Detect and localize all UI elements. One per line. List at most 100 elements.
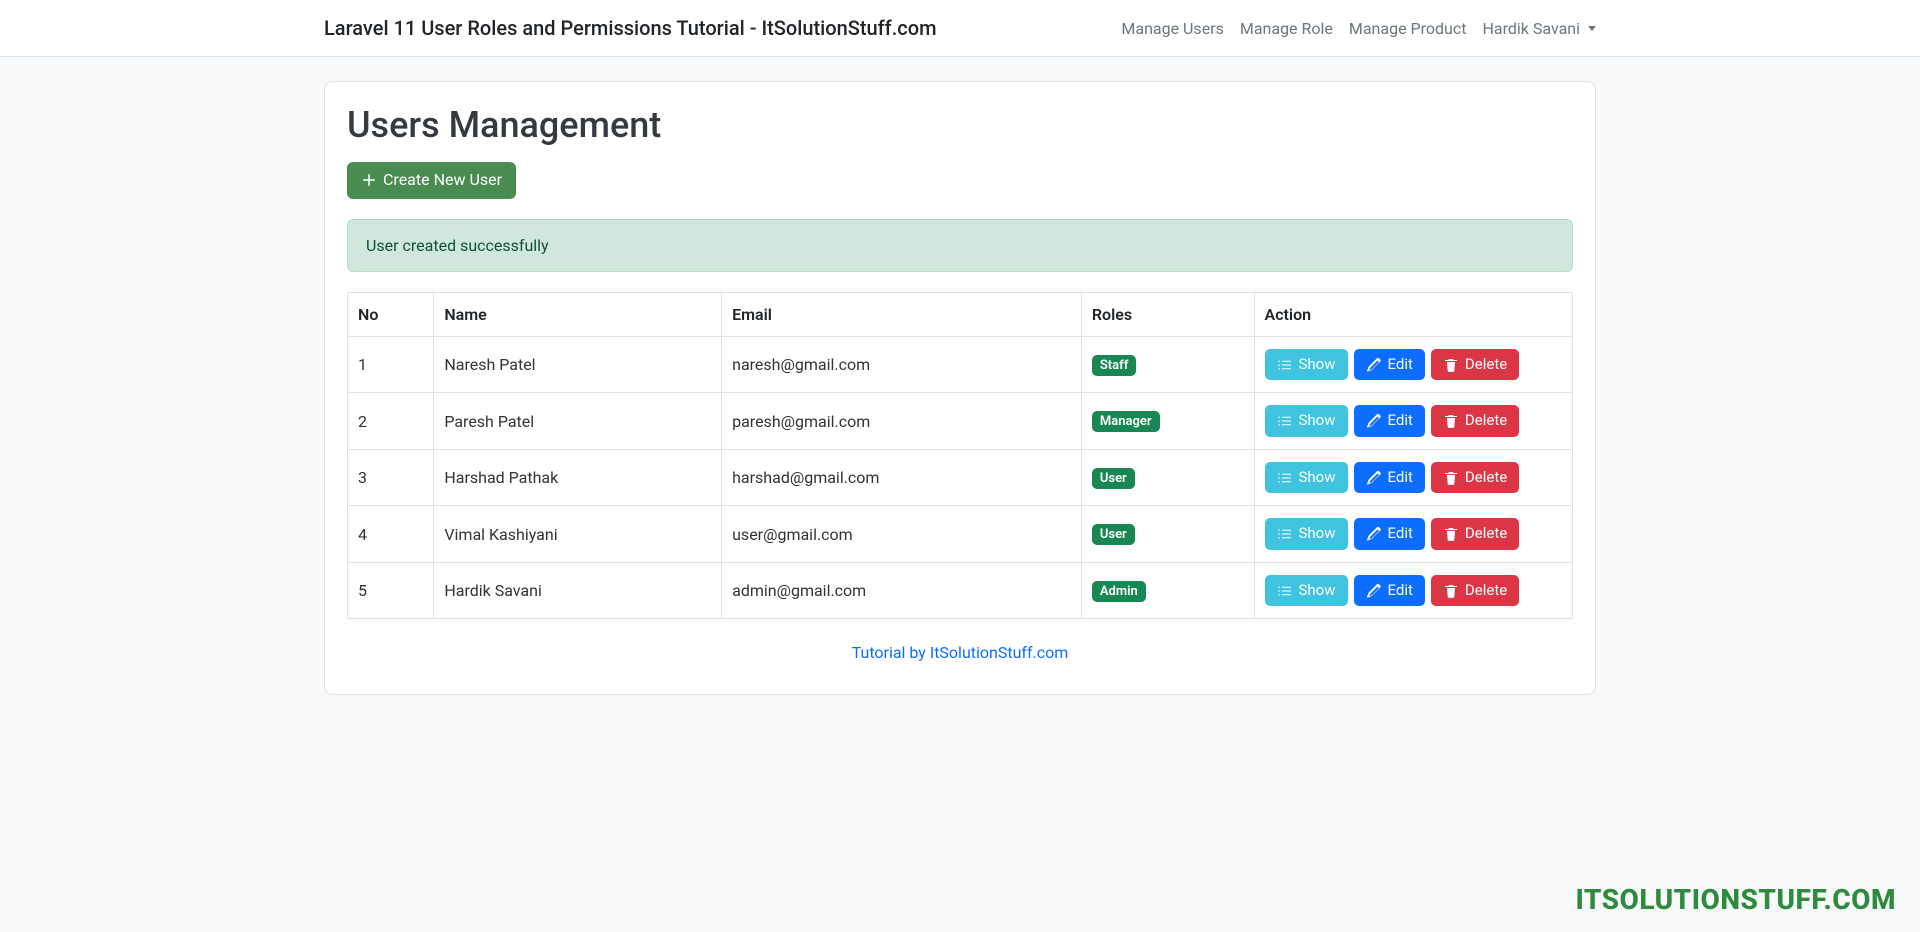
footer-tutorial-link[interactable]: Tutorial by ItSolutionStuff.com: [852, 643, 1069, 662]
list-icon: [1277, 470, 1293, 486]
delete-button[interactable]: Delete: [1431, 405, 1519, 437]
show-button[interactable]: Show: [1265, 518, 1348, 550]
edit-icon: [1366, 583, 1382, 599]
table-row: 5 Hardik Savani admin@gmail.com Admin Sh…: [348, 562, 1573, 619]
show-label: Show: [1299, 411, 1336, 431]
cell-no: 1: [348, 336, 434, 393]
cell-email: user@gmail.com: [722, 506, 1082, 563]
th-email: Email: [722, 292, 1082, 336]
trash-icon: [1443, 526, 1459, 542]
cell-name: Paresh Patel: [434, 393, 722, 450]
cell-action: Show Edit Delete: [1254, 506, 1572, 563]
delete-label: Delete: [1465, 468, 1507, 488]
cell-roles: User: [1081, 506, 1254, 563]
table-row: 3 Harshad Pathak harshad@gmail.com User …: [348, 449, 1573, 506]
th-no: No: [348, 292, 434, 336]
cell-roles: Manager: [1081, 393, 1254, 450]
delete-button[interactable]: Delete: [1431, 575, 1519, 607]
list-icon: [1277, 526, 1293, 542]
show-label: Show: [1299, 524, 1336, 544]
cell-name: Naresh Patel: [434, 336, 722, 393]
cell-name: Harshad Pathak: [434, 449, 722, 506]
cell-no: 2: [348, 393, 434, 450]
plus-icon: [361, 172, 377, 188]
cell-action: Show Edit Delete: [1254, 562, 1572, 619]
create-user-button[interactable]: Create New User: [347, 162, 516, 199]
role-badge: Staff: [1092, 355, 1137, 376]
delete-label: Delete: [1465, 524, 1507, 544]
edit-label: Edit: [1388, 581, 1413, 601]
edit-label: Edit: [1388, 524, 1413, 544]
show-button[interactable]: Show: [1265, 575, 1348, 607]
delete-button[interactable]: Delete: [1431, 349, 1519, 381]
delete-label: Delete: [1465, 581, 1507, 601]
table-row: 4 Vimal Kashiyani user@gmail.com User Sh…: [348, 506, 1573, 563]
navbar-brand[interactable]: Laravel 11 User Roles and Permissions Tu…: [324, 16, 937, 40]
main-card: Users Management Create New User User cr…: [324, 81, 1596, 695]
edit-button[interactable]: Edit: [1354, 405, 1425, 437]
cell-email: naresh@gmail.com: [722, 336, 1082, 393]
table-row: 2 Paresh Patel paresh@gmail.com Manager …: [348, 393, 1573, 450]
role-badge: User: [1092, 524, 1135, 545]
nav-user-dropdown[interactable]: Hardik Savani: [1482, 19, 1596, 38]
cell-roles: Staff: [1081, 336, 1254, 393]
watermark: ITSOLUTIONSTUFF.COM: [1575, 883, 1896, 916]
delete-label: Delete: [1465, 355, 1507, 375]
success-alert: User created successfully: [347, 219, 1573, 272]
edit-icon: [1366, 470, 1382, 486]
role-badge: User: [1092, 468, 1135, 489]
cell-no: 3: [348, 449, 434, 506]
show-button[interactable]: Show: [1265, 405, 1348, 437]
page-title: Users Management: [347, 104, 1573, 146]
cell-no: 4: [348, 506, 434, 563]
list-icon: [1277, 357, 1293, 373]
role-badge: Manager: [1092, 411, 1160, 432]
cell-name: Vimal Kashiyani: [434, 506, 722, 563]
delete-button[interactable]: Delete: [1431, 462, 1519, 494]
show-label: Show: [1299, 355, 1336, 375]
edit-label: Edit: [1388, 468, 1413, 488]
nav-user-label: Hardik Savani: [1482, 19, 1580, 38]
trash-icon: [1443, 357, 1459, 373]
delete-button[interactable]: Delete: [1431, 518, 1519, 550]
show-label: Show: [1299, 581, 1336, 601]
cell-roles: User: [1081, 449, 1254, 506]
edit-icon: [1366, 413, 1382, 429]
edit-label: Edit: [1388, 355, 1413, 375]
table-row: 1 Naresh Patel naresh@gmail.com Staff Sh…: [348, 336, 1573, 393]
trash-icon: [1443, 470, 1459, 486]
th-roles: Roles: [1081, 292, 1254, 336]
edit-button[interactable]: Edit: [1354, 518, 1425, 550]
list-icon: [1277, 413, 1293, 429]
cell-no: 5: [348, 562, 434, 619]
show-button[interactable]: Show: [1265, 349, 1348, 381]
edit-icon: [1366, 357, 1382, 373]
chevron-down-icon: [1588, 26, 1596, 31]
show-button[interactable]: Show: [1265, 462, 1348, 494]
cell-email: harshad@gmail.com: [722, 449, 1082, 506]
cell-roles: Admin: [1081, 562, 1254, 619]
edit-button[interactable]: Edit: [1354, 462, 1425, 494]
cell-email: admin@gmail.com: [722, 562, 1082, 619]
nav-manage-role[interactable]: Manage Role: [1240, 19, 1333, 38]
th-name: Name: [434, 292, 722, 336]
edit-button[interactable]: Edit: [1354, 575, 1425, 607]
cell-action: Show Edit Delete: [1254, 449, 1572, 506]
nav-manage-users[interactable]: Manage Users: [1121, 19, 1223, 38]
cell-action: Show Edit Delete: [1254, 336, 1572, 393]
trash-icon: [1443, 583, 1459, 599]
create-user-label: Create New User: [383, 170, 502, 191]
th-action: Action: [1254, 292, 1572, 336]
nav-manage-product[interactable]: Manage Product: [1349, 19, 1467, 38]
cell-action: Show Edit Delete: [1254, 393, 1572, 450]
show-label: Show: [1299, 468, 1336, 488]
delete-label: Delete: [1465, 411, 1507, 431]
trash-icon: [1443, 413, 1459, 429]
role-badge: Admin: [1092, 581, 1146, 602]
edit-button[interactable]: Edit: [1354, 349, 1425, 381]
edit-label: Edit: [1388, 411, 1413, 431]
list-icon: [1277, 583, 1293, 599]
navbar: Laravel 11 User Roles and Permissions Tu…: [0, 0, 1920, 57]
cell-name: Hardik Savani: [434, 562, 722, 619]
users-table: No Name Email Roles Action 1 Naresh Pate…: [347, 292, 1573, 620]
